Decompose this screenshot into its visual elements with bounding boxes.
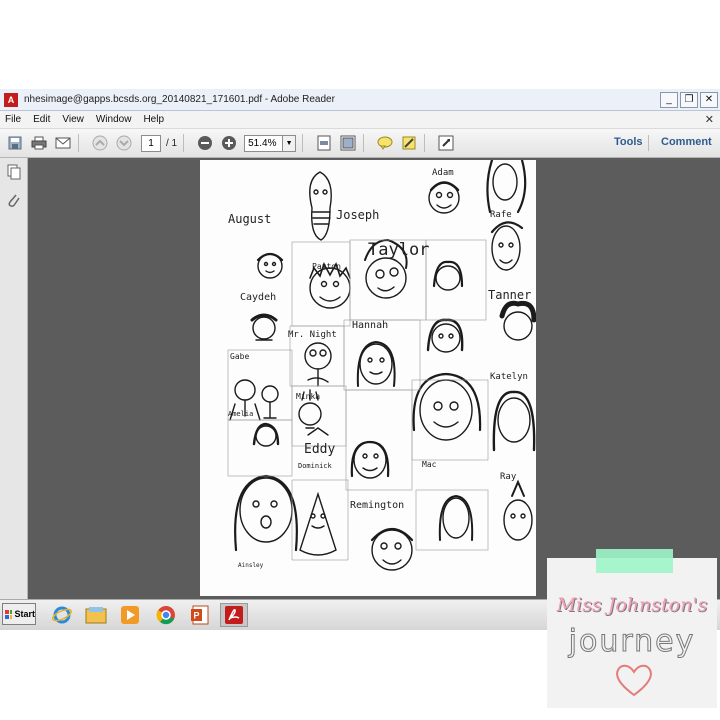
drawing-name-label: August bbox=[228, 212, 272, 226]
adobe-reader-app-icon: A bbox=[4, 92, 18, 107]
page-thumbnails-icon[interactable] bbox=[6, 164, 22, 180]
toolbar-separator bbox=[424, 134, 426, 152]
drawing-name-label: Eddy bbox=[304, 442, 336, 457]
email-icon[interactable] bbox=[54, 134, 72, 152]
heart-icon bbox=[616, 664, 652, 697]
menu-edit[interactable]: Edit bbox=[28, 114, 57, 125]
drawing-name-label: Ray bbox=[500, 472, 517, 482]
close-document-icon[interactable]: ✕ bbox=[705, 113, 714, 126]
toolbar: 1 / 1 51.4% ▼ Tools Comment bbox=[0, 129, 720, 158]
drawing-name-label: Joseph bbox=[336, 208, 380, 222]
drawing-name-label: Taylor bbox=[368, 240, 430, 260]
file-explorer-icon[interactable] bbox=[82, 603, 110, 627]
badge-title-line2: journey bbox=[568, 624, 696, 660]
drawing-name-label: Rafe bbox=[490, 210, 512, 220]
print-icon[interactable] bbox=[30, 134, 48, 152]
fit-page-icon[interactable] bbox=[315, 134, 333, 152]
window-title: nhesimage@gapps.bcsds.org_20140821_17160… bbox=[24, 94, 335, 105]
drawing-name-label: Tanner bbox=[488, 288, 532, 302]
washi-tape-decoration bbox=[596, 549, 673, 573]
drawing-name-label: Mr. Night bbox=[288, 330, 337, 340]
drawing-name-label: Remington bbox=[350, 500, 405, 511]
document-viewport[interactable]: Adam August Joseph Rafe Taylor Paxton Ta… bbox=[28, 158, 720, 599]
previous-page-icon[interactable] bbox=[91, 134, 109, 152]
toolbar-separator bbox=[648, 135, 649, 151]
drawing-name-label: Mac bbox=[422, 460, 437, 469]
toolbar-separator bbox=[183, 134, 185, 152]
attachments-paperclip-icon[interactable] bbox=[6, 192, 22, 208]
adobe-reader-window: A nhesimage@gapps.bcsds.org_20140821_171… bbox=[0, 89, 720, 599]
zoom-in-icon[interactable] bbox=[220, 134, 238, 152]
drawing-name-label: Ainsley bbox=[238, 562, 264, 569]
zoom-out-icon[interactable] bbox=[196, 134, 214, 152]
drawing-name-label: Paxton bbox=[312, 262, 341, 271]
internet-explorer-icon[interactable] bbox=[48, 603, 76, 627]
full-screen-icon[interactable] bbox=[437, 134, 455, 152]
next-page-icon[interactable] bbox=[115, 134, 133, 152]
zoom-dropdown-arrow-icon[interactable]: ▼ bbox=[283, 134, 297, 152]
media-player-icon[interactable] bbox=[116, 603, 144, 627]
tools-link[interactable]: Tools bbox=[614, 136, 643, 148]
powerpoint-icon[interactable]: P bbox=[186, 603, 214, 627]
highlight-text-icon[interactable] bbox=[400, 134, 418, 152]
menu-view[interactable]: View bbox=[57, 114, 91, 125]
zoom-level-input[interactable]: 51.4% bbox=[244, 134, 284, 152]
title-bar[interactable]: A nhesimage@gapps.bcsds.org_20140821_171… bbox=[0, 89, 720, 111]
navigation-pane bbox=[0, 158, 28, 599]
page-total: / 1 bbox=[166, 137, 178, 149]
drawing-name-label: Katelyn bbox=[490, 372, 528, 382]
badge-title-line1: Miss Johnston's bbox=[556, 594, 708, 616]
drawing-name-label: Dominick bbox=[298, 462, 332, 470]
drawing-name-label: Adam bbox=[432, 168, 454, 178]
comment-link[interactable]: Comment bbox=[661, 136, 712, 148]
drawing-name-label: Gabe bbox=[230, 352, 250, 361]
drawing-name-label: Hannah bbox=[352, 320, 389, 331]
drawing-name-label: Minka bbox=[296, 392, 321, 401]
pdf-page: Adam August Joseph Rafe Taylor Paxton Ta… bbox=[200, 160, 536, 596]
menu-help[interactable]: Help bbox=[138, 114, 171, 125]
close-button[interactable]: ✕ bbox=[700, 92, 718, 108]
svg-text:P: P bbox=[194, 611, 200, 621]
windows-logo-icon bbox=[5, 609, 13, 619]
drawing-name-label: Caydeh bbox=[240, 292, 277, 303]
save-icon[interactable] bbox=[6, 134, 24, 152]
page-number-input[interactable]: 1 bbox=[141, 134, 161, 152]
adobe-reader-icon[interactable] bbox=[220, 603, 248, 627]
start-label: Start bbox=[14, 609, 35, 619]
menu-file[interactable]: File bbox=[0, 114, 28, 125]
sticky-note-icon[interactable] bbox=[376, 134, 394, 152]
minimize-button[interactable]: _ bbox=[660, 92, 678, 108]
drawing-name-label: Amelia bbox=[228, 410, 254, 418]
blog-watermark-badge: Miss Johnston's journey bbox=[547, 558, 717, 708]
restore-button[interactable]: ❐ bbox=[680, 92, 698, 108]
toolbar-separator bbox=[302, 134, 304, 152]
menu-window[interactable]: Window bbox=[91, 114, 139, 125]
toolbar-separator bbox=[78, 134, 79, 152]
chrome-icon[interactable] bbox=[152, 603, 180, 627]
menu-bar: File Edit View Window Help ✕ bbox=[0, 111, 720, 129]
start-button[interactable]: Start bbox=[2, 603, 36, 625]
toolbar-separator bbox=[363, 134, 365, 152]
fit-width-icon[interactable] bbox=[339, 134, 357, 152]
